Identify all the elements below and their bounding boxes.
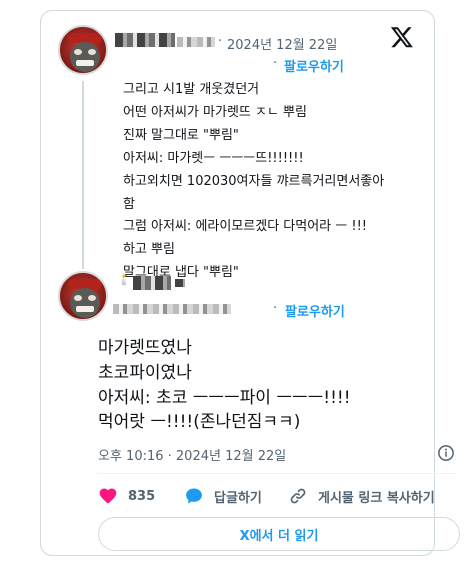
post-timestamp[interactable]: 오후 10:16 · 2024년 12월 22일 <box>98 445 286 464</box>
post-line: 마가렛뜨였나 <box>98 338 192 358</box>
reply-bubble-icon <box>186 488 202 504</box>
post-line: 진짜 말그대로 "뿌림" <box>123 127 239 143</box>
author-avatar[interactable] <box>58 25 108 75</box>
post-line: 그럼 아저씨: 에라이모르겠다 다먹어라 ㅡ !!! <box>123 219 367 235</box>
post-line: 아저씨: 초코 ㅡㅡㅡ파이 ㅡㅡㅡ!!!! <box>98 387 351 408</box>
like-count: 835 <box>128 488 156 504</box>
post-line: 함 <box>123 196 135 212</box>
candle-emoji: 🕯️ <box>117 273 131 286</box>
reply-label: 답글하기 <box>214 490 262 506</box>
author-avatar[interactable] <box>58 271 108 321</box>
copy-link-button[interactable]: 게시물 링크 복사하기 <box>288 486 435 506</box>
separator-dot: · <box>273 301 278 316</box>
like-button[interactable]: 835 <box>98 486 155 506</box>
follow-button[interactable]: 팔로우하기 <box>284 56 344 75</box>
author-name-redacted <box>175 279 185 287</box>
author-handle-redacted <box>113 304 231 314</box>
post-line: 초코파이였나 <box>98 362 192 383</box>
author-name-redacted <box>133 276 171 290</box>
thread-connector-line <box>82 81 84 269</box>
post-line: 먹어랏 ㅡ!!!!(존나던짐ㅋㅋ) <box>98 412 301 433</box>
post-line: 어떤 아저씨가 마가렛뜨 ㅈㄴ 뿌림 <box>123 104 307 120</box>
read-more-on-x-button[interactable]: X에서 더 읽기 <box>98 517 460 551</box>
post-line: 아저씨: 마가렛ㅡ ㅡㅡㅡ뜨!!!!!!! <box>123 150 304 166</box>
divider <box>97 473 457 474</box>
follow-button[interactable]: 팔로우하기 <box>285 301 345 320</box>
author-handle-redacted <box>177 37 215 47</box>
x-logo-icon[interactable] <box>390 25 414 49</box>
post-line: 하고 뿌림 <box>123 242 175 258</box>
post-line: 하고외치면 102030여자들 꺄르륵거리면서좋아 <box>123 173 385 189</box>
link-icon <box>290 488 306 504</box>
quoted-post-text: 그리고 시1발 개웃겼던거 어떤 아저씨가 마가렛뜨 ㅈㄴ 뿌림 진짜 말그대로… <box>123 79 423 285</box>
post-text: 마가렛뜨였나 초코파이였나 아저씨: 초코 ㅡㅡㅡ파이 ㅡㅡㅡ!!!! 먹어랏 … <box>98 336 351 435</box>
separator-dot: · <box>218 34 223 49</box>
copy-link-label: 게시물 링크 복사하기 <box>318 490 435 506</box>
embedded-post-card: · 2024년 12월 22일 · 팔로우하기 그리고 시1발 개웃겼던거 어떤… <box>40 10 460 556</box>
info-icon[interactable] <box>437 444 455 462</box>
reply-button[interactable]: 답글하기 <box>184 486 262 506</box>
separator-dot: · <box>273 56 278 71</box>
author-name-redacted <box>115 33 175 47</box>
post-date[interactable]: 2024년 12월 22일 <box>227 34 337 53</box>
heart-icon <box>99 488 117 504</box>
post-line: 그리고 시1발 개웃겼던거 <box>123 82 260 97</box>
